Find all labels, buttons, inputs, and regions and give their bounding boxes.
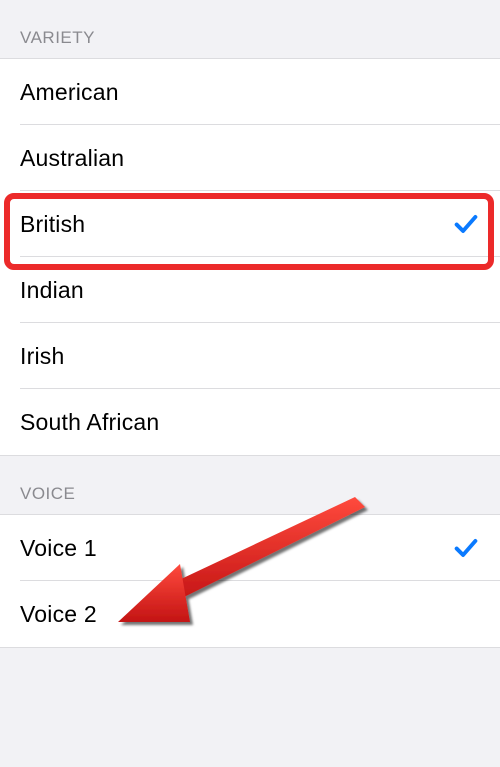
variety-row-australian[interactable]: Australian (0, 125, 500, 191)
voice-row-2[interactable]: Voice 2 (0, 581, 500, 647)
variety-row-indian[interactable]: Indian (0, 257, 500, 323)
voice-label: Voice 2 (20, 601, 97, 628)
variety-label: Irish (20, 343, 64, 370)
voice-list: Voice 1 Voice 2 (0, 514, 500, 648)
variety-row-south-african[interactable]: South African (0, 389, 500, 455)
voice-label: Voice 1 (20, 535, 97, 562)
voice-row-1[interactable]: Voice 1 (0, 515, 500, 581)
variety-label: British (20, 211, 85, 238)
variety-label: Indian (20, 277, 84, 304)
variety-row-american[interactable]: American (0, 59, 500, 125)
variety-list: American Australian British Indian Irish… (0, 58, 500, 456)
checkmark-icon (452, 210, 480, 238)
variety-label: South African (20, 409, 159, 436)
variety-label: Australian (20, 145, 124, 172)
variety-row-irish[interactable]: Irish (0, 323, 500, 389)
variety-label: American (20, 79, 119, 106)
variety-row-british[interactable]: British (0, 191, 500, 257)
section-header-variety: Variety (0, 0, 500, 58)
checkmark-icon (452, 534, 480, 562)
section-header-voice: Voice (0, 456, 500, 514)
